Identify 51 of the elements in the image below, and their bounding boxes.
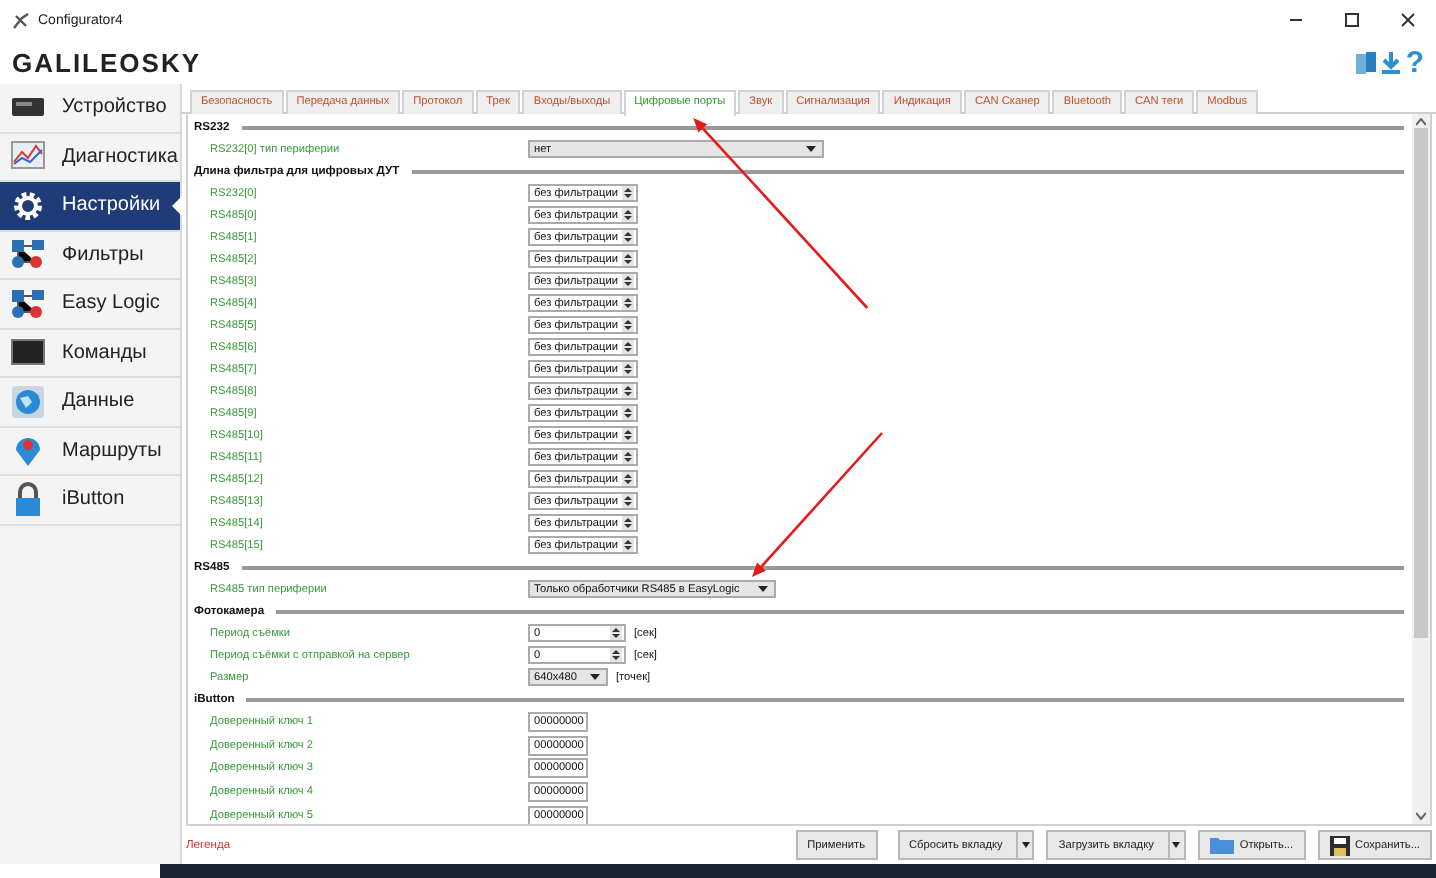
spinner-icon (622, 186, 634, 200)
spinner-icon (622, 274, 634, 288)
spinner-icon (622, 296, 634, 310)
map-pin-icon (10, 432, 46, 469)
sidebar-item[interactable]: Easy Logic (0, 280, 180, 329)
monitor-icon (10, 334, 46, 371)
help-button[interactable]: ? (1405, 45, 1424, 79)
nodes-icon (10, 236, 46, 273)
spinner-icon (622, 230, 634, 244)
caret-icon (758, 586, 768, 592)
caret-icon (1021, 842, 1030, 849)
caret-icon (806, 146, 816, 152)
book-icon (1353, 49, 1378, 75)
sidebar-item[interactable]: Устройство (0, 84, 180, 133)
caret-icon (590, 674, 600, 680)
scrollbar-thumb[interactable] (1414, 128, 1428, 638)
maximize-icon (1344, 12, 1360, 28)
spinner-icon (622, 538, 634, 552)
spinner-icon (622, 494, 634, 508)
spinner-icon (622, 516, 634, 530)
close-icon (1400, 12, 1416, 28)
sidebar-item[interactable]: Команды (0, 329, 180, 378)
sidebar-item[interactable]: Данные (0, 378, 180, 427)
sidebar-item[interactable]: Настройки (0, 182, 180, 231)
spinner-icon (622, 252, 634, 266)
scroll-up-icon (1416, 118, 1426, 126)
spinner-icon (622, 340, 634, 354)
spinner-icon (622, 428, 634, 442)
sidebar-item[interactable]: iButton (0, 476, 180, 525)
logo: GALILEOSKY (12, 47, 202, 77)
spinner-icon (622, 450, 634, 464)
spinner-icon (622, 406, 634, 420)
caret-icon (1172, 842, 1181, 849)
spinner-icon (622, 384, 634, 398)
folder-icon (1209, 836, 1234, 855)
sidebar-item[interactable]: Маршруты (0, 427, 180, 476)
nodes-icon (10, 285, 46, 322)
lock-icon (10, 481, 46, 518)
spinner-icon (610, 626, 622, 640)
spinner-icon (610, 648, 622, 662)
spinner-icon (622, 318, 634, 332)
spinner-icon (622, 472, 634, 486)
spinner-icon (622, 208, 634, 222)
download-icon (1379, 49, 1402, 75)
gear-icon (10, 187, 46, 224)
scroll-down-icon (1416, 812, 1426, 821)
scrollbar[interactable] (1412, 114, 1430, 825)
globe-icon (10, 383, 46, 420)
chart-icon (10, 138, 46, 175)
spinner-icon (622, 362, 634, 376)
sidebar-item[interactable]: Фильтры (0, 231, 180, 280)
